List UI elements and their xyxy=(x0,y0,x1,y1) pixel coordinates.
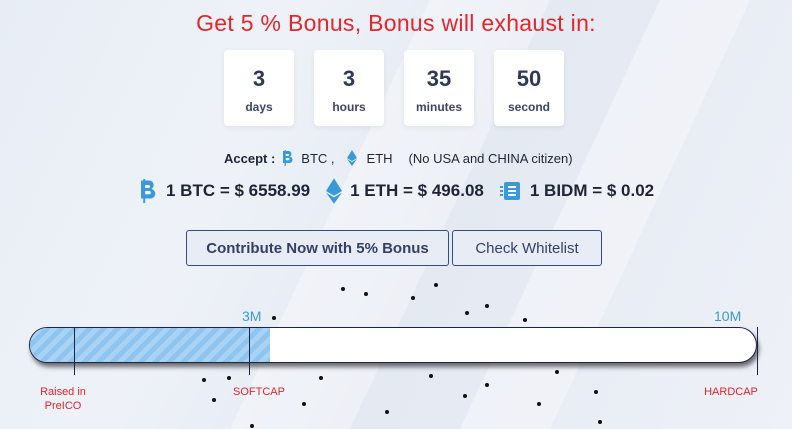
countdown-timer: 3 days 3 hours 35 minutes 50 second xyxy=(224,50,564,126)
accept-label: Accept : xyxy=(224,150,276,166)
accept-btc: BTC , xyxy=(301,150,335,166)
hardcap-marker xyxy=(757,327,758,375)
rate-eth-text: 1 ETH = $ 496.08 xyxy=(350,181,484,200)
hardcap-label: HARDCAP xyxy=(704,386,758,398)
countdown-value: 3 xyxy=(342,66,356,91)
rate-eth: 1 ETH = $ 496.08 xyxy=(326,178,484,204)
bitcoin-icon xyxy=(141,179,156,203)
accept-note: (No USA and CHINA citizen) xyxy=(408,150,573,166)
countdown-unit: hours xyxy=(332,100,366,114)
rate-bidm-text: 1 BIDM = $ 0.02 xyxy=(529,181,655,200)
bitcoin-icon xyxy=(283,150,293,166)
countdown-unit: second xyxy=(507,100,550,114)
countdown-value: 35 xyxy=(426,66,452,91)
bidm-token-icon xyxy=(499,182,520,200)
progress-fill xyxy=(30,328,270,362)
preico-label: Raised in PreICO xyxy=(40,386,86,412)
softcap-marker xyxy=(249,327,250,375)
bonus-banner: Get 5 % Bonus, Bonus will exhaust in: xyxy=(196,10,596,36)
countdown-value: 50 xyxy=(516,66,542,91)
countdown-seconds: 50 second xyxy=(494,50,564,126)
contribute-button[interactable]: Contribute Now with 5% Bonus xyxy=(186,230,449,266)
preico-marker xyxy=(74,327,75,375)
rate-bidm: 1 BIDM = $ 0.02 xyxy=(499,181,655,201)
hardcap-amount: 10M xyxy=(714,308,742,324)
rate-btc-text: 1 BTC = $ 6558.99 xyxy=(166,181,311,200)
ethereum-icon xyxy=(346,150,357,166)
countdown-days: 3 days xyxy=(224,50,294,126)
softcap-amount: 3M xyxy=(242,308,262,324)
countdown-unit: minutes xyxy=(415,100,462,114)
exchange-rates: 1 BTC = $ 6558.99 1 ETH = $ 496.08 1 BID… xyxy=(138,178,670,204)
accepted-currencies: Accept : BTC , ETH (No USA and CHINA cit… xyxy=(224,150,573,166)
countdown-minutes: 35 minutes xyxy=(404,50,474,126)
check-whitelist-button[interactable]: Check Whitelist xyxy=(452,230,602,266)
countdown-value: 3 xyxy=(252,66,266,91)
countdown-unit: days xyxy=(245,100,273,114)
accept-eth: ETH xyxy=(366,150,393,166)
rate-btc: 1 BTC = $ 6558.99 xyxy=(138,178,310,204)
fundraising-progress-bar xyxy=(29,327,757,363)
countdown-hours: 3 hours xyxy=(314,50,384,126)
ethereum-icon xyxy=(326,178,343,204)
softcap-label: SOFTCAP xyxy=(233,386,285,398)
